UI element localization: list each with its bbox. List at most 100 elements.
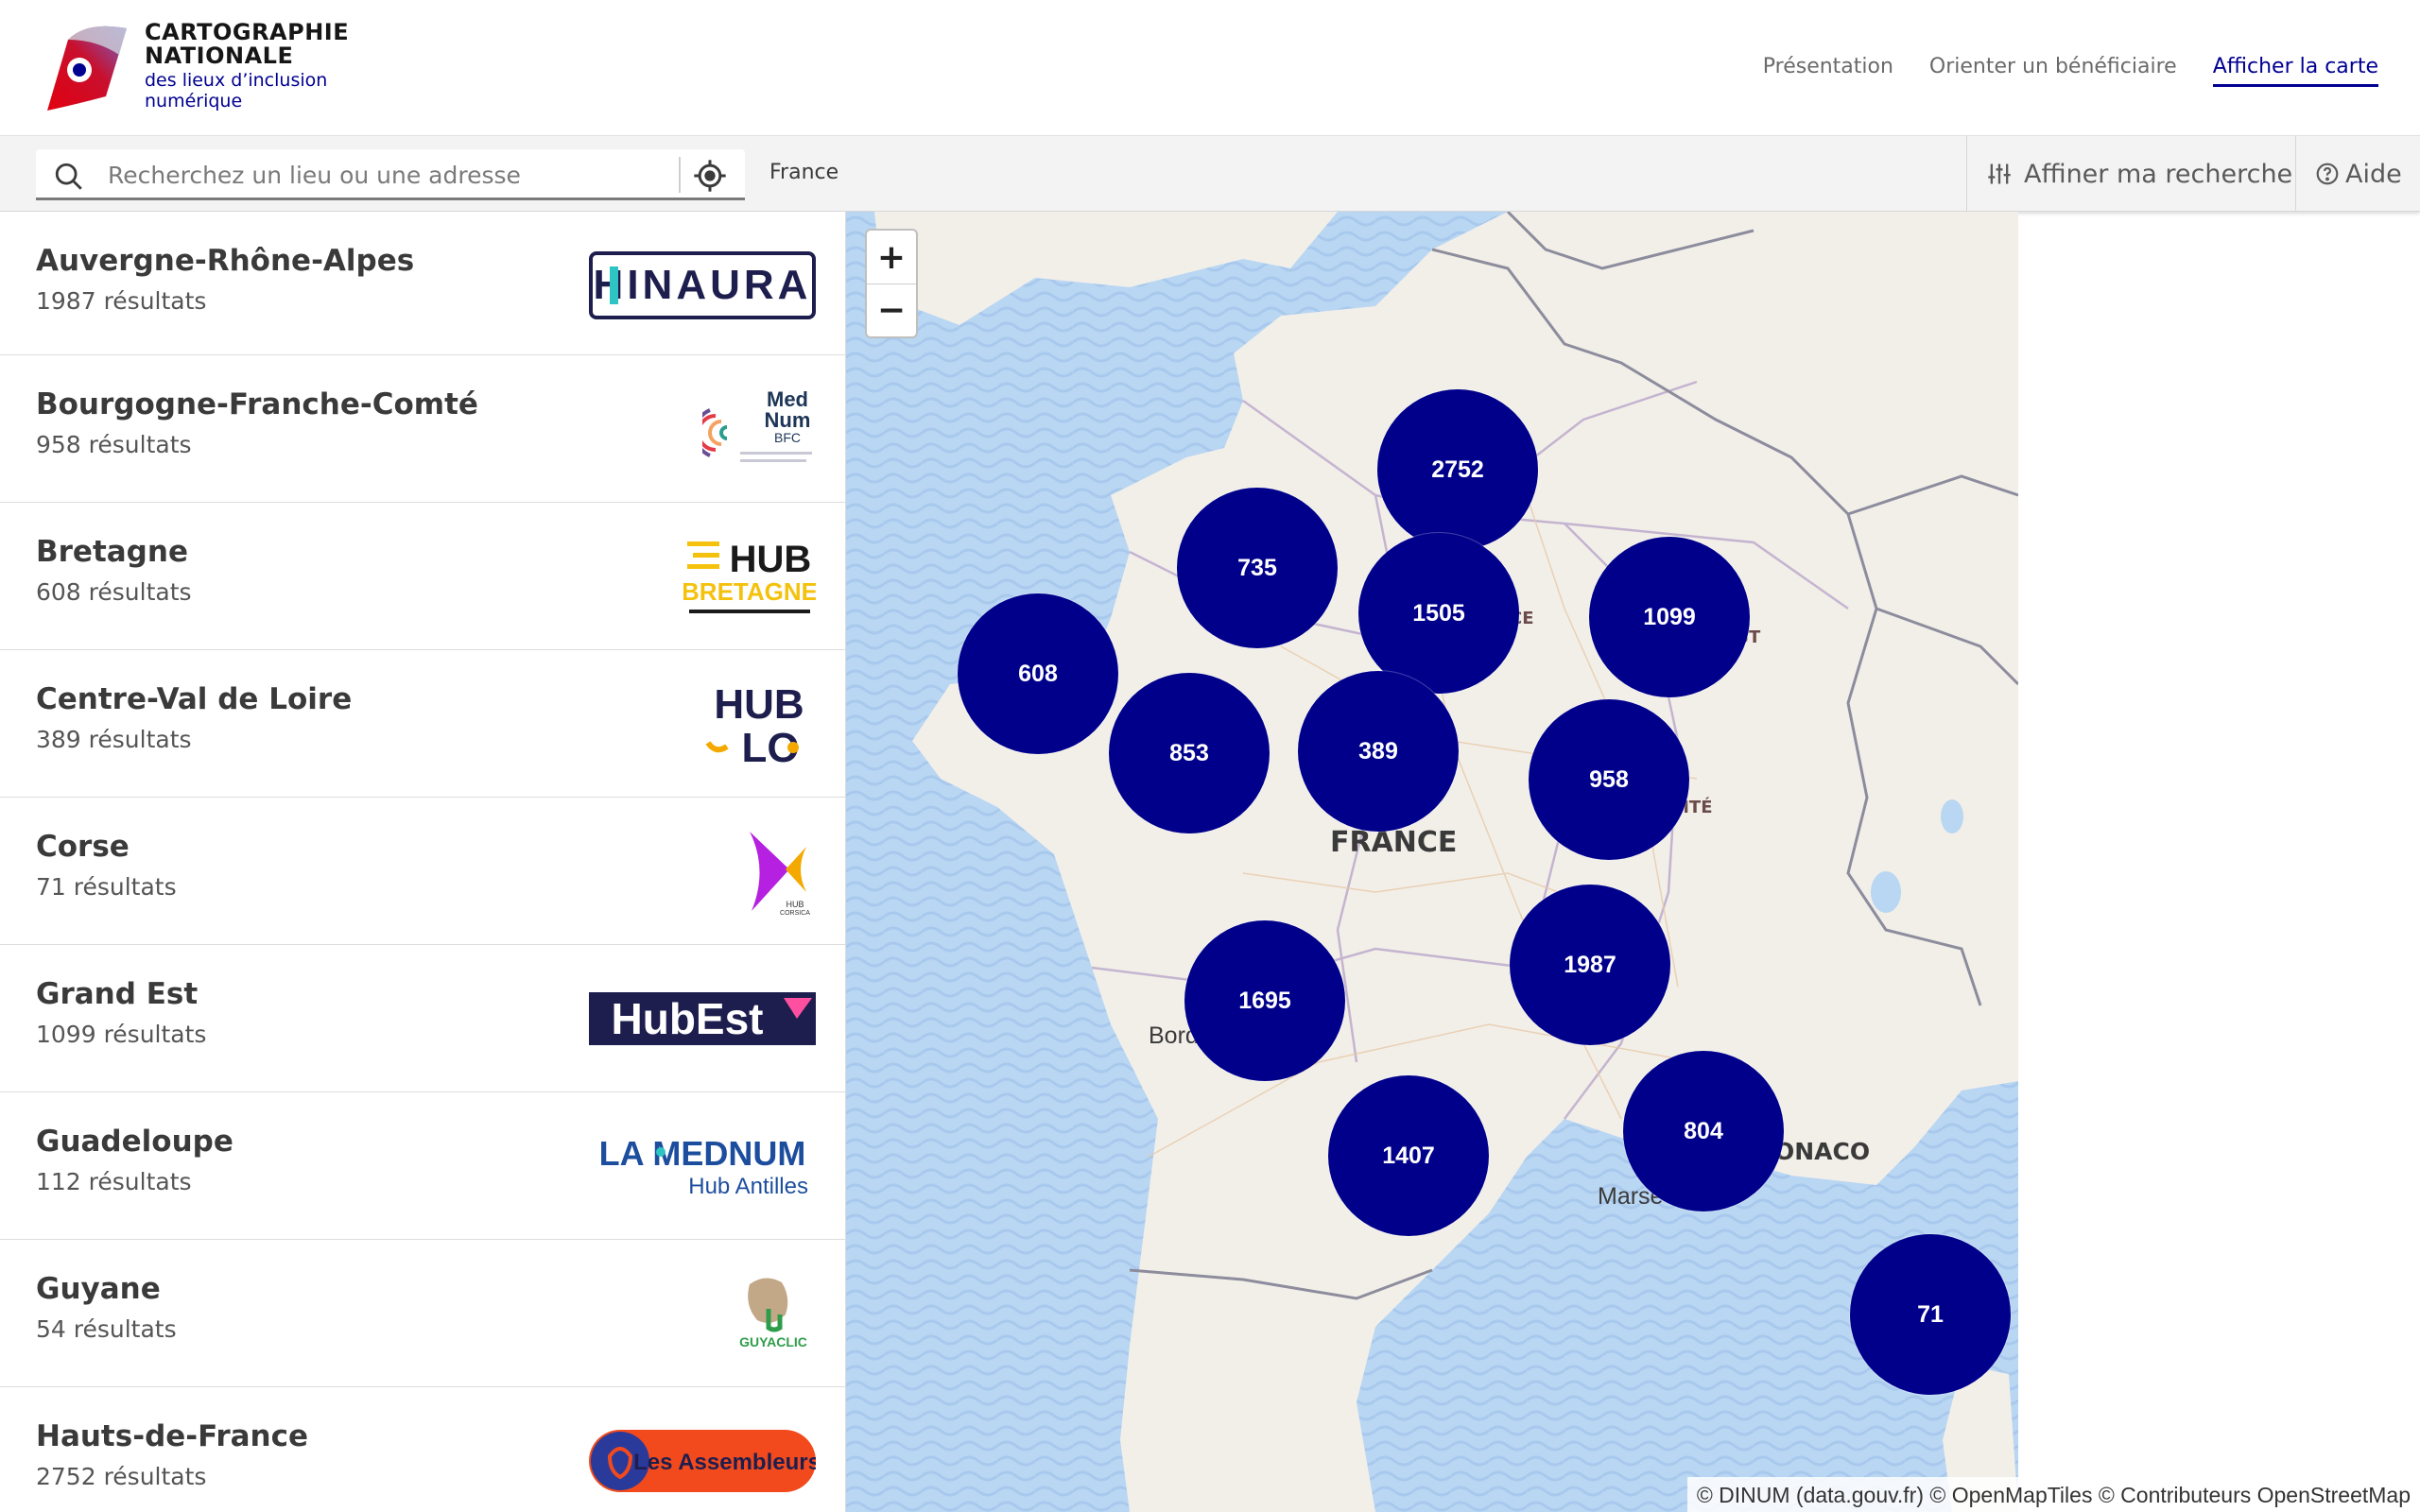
region-logo: GUYACLIC bbox=[589, 1268, 816, 1359]
region-item-bretagne[interactable]: Bretagne 608 résultats HUB BRETAGNE bbox=[0, 503, 845, 650]
mednum-bfc-logo: Med Num BFC bbox=[702, 387, 812, 462]
cluster-count: 853 bbox=[1169, 739, 1209, 766]
map-cluster-marker[interactable]: 853 bbox=[1109, 673, 1270, 833]
region-name: Auvergne-Rhône-Alpes bbox=[36, 244, 415, 278]
hubest-logo: HubEst bbox=[589, 992, 816, 1045]
refine-search-label: Affiner ma recherche bbox=[2024, 159, 2293, 189]
nav-link-afficher-carte[interactable]: Afficher la carte bbox=[2212, 55, 2378, 87]
lamednum-hub-antilles-logo: LA MEDNUM Hub Antilles bbox=[599, 1134, 808, 1199]
map-cluster-marker[interactable]: 958 bbox=[1529, 699, 1689, 860]
svg-text:HUB: HUB bbox=[714, 681, 804, 728]
region-count: 71 résultats bbox=[36, 873, 177, 901]
region-name: Hauts-de-France bbox=[36, 1419, 309, 1453]
main-nav: Présentation Orienter un bénéficiaire Af… bbox=[1763, 55, 2378, 87]
refine-search-button[interactable]: Affiner ma recherche bbox=[1966, 136, 2295, 212]
map-view[interactable]: FRANCE Bord Marse ONACO ST MTÉ CE + − 27… bbox=[846, 212, 2018, 1512]
region-logo: Les Assembleurs bbox=[589, 1416, 816, 1506]
region-count: 389 résultats bbox=[36, 726, 192, 753]
region-count: 1099 résultats bbox=[36, 1021, 207, 1048]
zoom-in-button[interactable]: + bbox=[867, 231, 916, 284]
logo-wordmark[interactable]: CARTOGRAPHIE NATIONALE des lieux d’inclu… bbox=[145, 19, 350, 112]
svg-text:CORSICA: CORSICA bbox=[780, 910, 810, 917]
cluster-count: 2752 bbox=[1431, 455, 1484, 483]
search-divider bbox=[679, 157, 681, 193]
region-item-hauts-de-france[interactable]: Hauts-de-France 2752 résultats Les Assem… bbox=[0, 1387, 845, 1512]
region-count: 2752 résultats bbox=[36, 1463, 207, 1490]
svg-text:Les Assembleurs: Les Assembleurs bbox=[633, 1450, 816, 1475]
current-area-label: France bbox=[769, 161, 839, 184]
region-list: Auvergne-Rhône-Alpes 1987 résultats HINA… bbox=[0, 212, 846, 1512]
map-cluster-marker[interactable]: 1099 bbox=[1589, 537, 1750, 697]
svg-text:BRETAGNE: BRETAGNE bbox=[683, 577, 816, 606]
search-icon bbox=[55, 163, 82, 190]
region-count: 112 résultats bbox=[36, 1168, 192, 1195]
les-assembleurs-logo: Les Assembleurs bbox=[589, 1430, 816, 1492]
map-cluster-marker[interactable]: 389 bbox=[1298, 671, 1459, 832]
nav-link-orienter[interactable]: Orienter un bénéficiaire bbox=[1929, 55, 2177, 87]
help-label: Aide bbox=[2345, 159, 2402, 189]
region-name: Centre-Val de Loire bbox=[36, 682, 353, 716]
hub-bretagne-logo: HUB BRETAGNE bbox=[683, 539, 816, 613]
map-label-country: ONACO bbox=[1774, 1138, 1871, 1165]
map-cluster-marker[interactable]: 1987 bbox=[1510, 885, 1670, 1045]
svg-text:LA MEDNUM: LA MEDNUM bbox=[599, 1134, 806, 1173]
svg-text:GUYACLIC: GUYACLIC bbox=[739, 1334, 807, 1349]
logo-icon[interactable] bbox=[40, 21, 134, 115]
cluster-count: 1987 bbox=[1564, 951, 1616, 978]
map-label-country: FRANCE bbox=[1330, 826, 1458, 859]
region-name: Corse bbox=[36, 830, 130, 864]
map-cluster-marker[interactable]: 1505 bbox=[1358, 533, 1519, 694]
map-cluster-marker[interactable]: 71 bbox=[1850, 1234, 2011, 1395]
cluster-count: 389 bbox=[1358, 737, 1398, 765]
map-cluster-marker[interactable]: 804 bbox=[1623, 1051, 1784, 1211]
svg-text:Hub Antilles: Hub Antilles bbox=[688, 1174, 808, 1199]
help-button[interactable]: Aide bbox=[2295, 136, 2420, 212]
region-name: Guadeloupe bbox=[36, 1125, 233, 1159]
cluster-count: 608 bbox=[1018, 660, 1058, 687]
cluster-count: 1407 bbox=[1382, 1142, 1435, 1169]
region-logo: HubEst bbox=[589, 973, 816, 1064]
zoom-out-button[interactable]: − bbox=[867, 284, 916, 336]
region-item-corse[interactable]: Corse 71 résultats HUB CORSICA bbox=[0, 798, 845, 945]
geolocate-icon[interactable] bbox=[691, 157, 729, 195]
svg-text:HUB: HUB bbox=[786, 900, 804, 909]
nav-link-presentation[interactable]: Présentation bbox=[1763, 55, 1893, 87]
hub-lo-logo: HUB LO bbox=[705, 681, 804, 769]
region-name: Bourgogne-Franche-Comté bbox=[36, 387, 478, 421]
search-toolbar: France Affiner ma recherche Aide bbox=[0, 136, 2420, 212]
region-item-bourgogne-franche-comte[interactable]: Bourgogne-Franche-Comté 958 résultats Me… bbox=[0, 355, 845, 503]
region-item-auvergne-rhone-alpes[interactable]: Auvergne-Rhône-Alpes 1987 résultats HINA… bbox=[0, 212, 845, 355]
logo-line: CARTOGRAPHIE bbox=[145, 19, 350, 45]
cluster-count: 1695 bbox=[1238, 987, 1291, 1014]
map-cluster-marker[interactable]: 608 bbox=[958, 593, 1118, 754]
help-icon bbox=[2316, 163, 2339, 185]
logo-line: NATIONALE bbox=[145, 43, 294, 70]
region-item-centre-val-de-loire[interactable]: Centre-Val de Loire 389 résultats HUB LO bbox=[0, 650, 845, 798]
map-attribution[interactable]: © DINUM (data.gouv.fr) © OpenMapTiles © … bbox=[1686, 1477, 2420, 1512]
search-input[interactable] bbox=[108, 157, 656, 193]
region-name: Grand Est bbox=[36, 977, 199, 1011]
region-item-guadeloupe[interactable]: Guadeloupe 112 résultats LA MEDNUM Hub A… bbox=[0, 1092, 845, 1240]
region-logo: HUB LO bbox=[589, 679, 816, 769]
logo-line: numérique bbox=[145, 91, 243, 112]
svg-text:HUB: HUB bbox=[730, 539, 812, 580]
region-logo: HUB BRETAGNE bbox=[589, 531, 816, 622]
logo-line: des lieux d’inclusion bbox=[145, 70, 328, 92]
region-item-grand-est[interactable]: Grand Est 1099 résultats HubEst bbox=[0, 945, 845, 1092]
svg-text:HINAURA: HINAURA bbox=[594, 262, 812, 308]
region-item-guyane[interactable]: Guyane 54 résultats GUYACLIC bbox=[0, 1240, 845, 1387]
map-cluster-marker[interactable]: 1695 bbox=[1184, 920, 1345, 1081]
cluster-count: 71 bbox=[1917, 1300, 1944, 1328]
map-cluster-marker[interactable]: 1407 bbox=[1328, 1075, 1489, 1236]
map-cluster-marker[interactable]: 735 bbox=[1177, 488, 1338, 648]
hub-corsica-logo: HUB CORSICA bbox=[750, 832, 810, 917]
region-count: 958 résultats bbox=[36, 431, 192, 458]
svg-text:Num: Num bbox=[765, 408, 811, 432]
guyaclic-logo: GUYACLIC bbox=[739, 1278, 807, 1349]
region-count: 1987 résultats bbox=[36, 287, 207, 315]
cluster-count: 1099 bbox=[1643, 603, 1696, 630]
cluster-count: 958 bbox=[1589, 765, 1629, 793]
map-cluster-marker[interactable]: 2752 bbox=[1377, 389, 1538, 550]
zoom-control: + − bbox=[865, 229, 918, 338]
svg-text:BFC: BFC bbox=[774, 430, 801, 445]
